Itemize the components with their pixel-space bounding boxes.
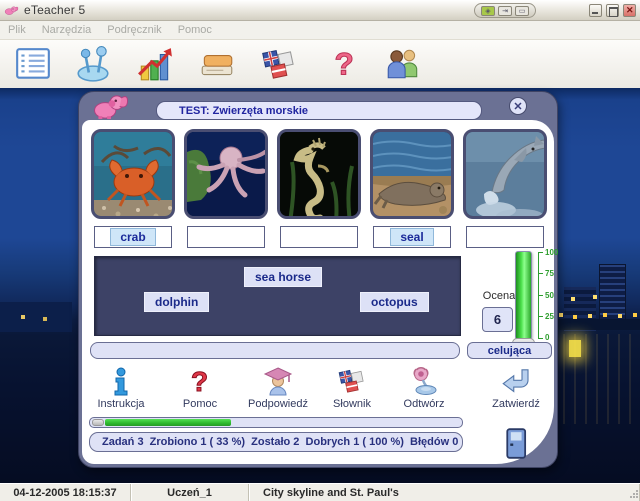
card-dolphin-photo[interactable] bbox=[463, 129, 547, 219]
podpowiedz-button[interactable]: Podpowiedź bbox=[245, 362, 311, 410]
test-dialog: TEST: Zwierzęta morskie ✕ bbox=[78, 91, 558, 468]
button-label: Odtwórz bbox=[404, 398, 445, 410]
books-icon[interactable] bbox=[198, 45, 236, 83]
users-icon[interactable] bbox=[384, 45, 422, 83]
odtworz-button[interactable]: Odtwórz bbox=[391, 362, 457, 410]
exit-door-icon[interactable] bbox=[506, 428, 530, 459]
answer-box-5[interactable] bbox=[466, 226, 544, 248]
answer-chip[interactable]: crab bbox=[110, 228, 155, 246]
app-logo-elephant-icon bbox=[4, 3, 19, 18]
word-chip-octopus[interactable]: octopus bbox=[360, 292, 429, 312]
info-icon bbox=[106, 366, 136, 396]
scale-tick-label: 0 bbox=[545, 333, 549, 342]
slownik-button[interactable]: Słownik bbox=[319, 362, 385, 410]
test-progress-bar bbox=[89, 417, 463, 428]
minimize-button[interactable] bbox=[589, 4, 602, 17]
card-octopus-photo[interactable] bbox=[184, 129, 268, 219]
question-mark-icon: ? bbox=[185, 366, 215, 396]
button-label: Zatwierdź bbox=[492, 398, 540, 410]
instrukcja-button[interactable]: Instrukcja bbox=[88, 362, 154, 410]
button-label: Podpowiedź bbox=[248, 398, 308, 410]
game-controller-icon[interactable] bbox=[74, 45, 112, 83]
city-lights bbox=[0, 88, 2, 90]
scale-tick-label: 25 bbox=[545, 312, 554, 321]
close-button[interactable] bbox=[623, 4, 636, 17]
title-bar: eTeacher 5 bbox=[0, 0, 640, 21]
word-chip-dolphin[interactable]: dolphin bbox=[144, 292, 209, 312]
card-sea-horse-photo[interactable] bbox=[277, 129, 361, 219]
grade-descriptor: celująca bbox=[467, 342, 552, 359]
button-label: Instrukcja bbox=[97, 398, 144, 410]
move-to-desktop-icon[interactable]: ⇥ bbox=[498, 6, 512, 16]
restore-window-icon[interactable]: ▭ bbox=[515, 6, 529, 16]
nvidia-nview-icon[interactable]: ◈ bbox=[481, 6, 495, 16]
scale-tick-label: 50 bbox=[545, 291, 554, 300]
window-title: eTeacher 5 bbox=[24, 3, 85, 17]
status-wallpaper-name: City skyline and St. Paul's bbox=[249, 484, 640, 501]
toolbar: ? bbox=[0, 40, 640, 88]
answer-box-4[interactable]: seal bbox=[373, 226, 451, 248]
card-crab-photo[interactable] bbox=[91, 129, 175, 219]
progress-thumb[interactable] bbox=[92, 419, 104, 426]
dictionary-puzzle-icon bbox=[337, 366, 367, 396]
resize-grip[interactable] bbox=[630, 490, 639, 499]
answer-box-1[interactable]: crab bbox=[94, 226, 172, 248]
answer-box-3[interactable] bbox=[280, 226, 358, 248]
pomoc-button[interactable]: ? Pomoc bbox=[167, 362, 233, 410]
svg-text:?: ? bbox=[191, 366, 208, 396]
menu-plik[interactable]: Plik bbox=[8, 24, 26, 36]
progress-fill bbox=[105, 419, 231, 426]
building-silhouette bbox=[0, 302, 72, 332]
maximize-button[interactable] bbox=[606, 4, 619, 17]
scale-tick-label: 75 bbox=[545, 269, 554, 278]
stats-bar: Zadań 3 Zrobiono 1 ( 33 %) Zostało 2 Dob… bbox=[89, 432, 463, 452]
dictionary-puzzle-icon[interactable] bbox=[260, 45, 298, 83]
zatwierdz-button[interactable]: Zatwierdź bbox=[483, 362, 549, 410]
message-bar bbox=[90, 342, 460, 359]
statistics-chart-icon[interactable] bbox=[136, 45, 174, 83]
button-label: Pomoc bbox=[183, 398, 217, 410]
lesson-list-icon[interactable] bbox=[14, 45, 52, 83]
answer-box-2[interactable] bbox=[187, 226, 265, 248]
word-bank: sea horse dolphin octopus bbox=[94, 256, 461, 336]
graduate-icon bbox=[263, 366, 293, 396]
menu-narzedzia[interactable]: Narzędzia bbox=[42, 24, 92, 36]
svg-text:?: ? bbox=[335, 46, 354, 82]
lamp-reflection bbox=[569, 340, 581, 357]
scale-tick-label: 100 bbox=[545, 248, 558, 257]
help-question-icon[interactable]: ? bbox=[324, 45, 362, 83]
dialog-title: TEST: Zwierzęta morskie bbox=[156, 101, 482, 120]
elephant-mascot-icon bbox=[89, 93, 131, 120]
card-seal-photo[interactable] bbox=[370, 129, 454, 219]
menu-bar: Plik Narzędzia Podręcznik Pomoc bbox=[0, 21, 640, 40]
grade-gauge-bar bbox=[515, 251, 532, 340]
status-datetime: 04-12-2005 18:15:37 bbox=[0, 484, 131, 501]
status-bar: 04-12-2005 18:15:37 Uczeń_1 City skyline… bbox=[0, 483, 640, 501]
word-chip-sea-horse[interactable]: sea horse bbox=[244, 267, 322, 287]
answer-chip[interactable]: seal bbox=[390, 228, 433, 246]
menu-podrecznik[interactable]: Podręcznik bbox=[107, 24, 161, 36]
return-arrow-icon bbox=[501, 366, 531, 396]
grade-scale: 100 75 50 25 0 bbox=[538, 252, 566, 339]
dialog-close-icon[interactable]: ✕ bbox=[509, 97, 527, 115]
status-user: Uczeń_1 bbox=[131, 484, 249, 501]
menu-pomoc[interactable]: Pomoc bbox=[178, 24, 212, 36]
water-reflections bbox=[552, 334, 636, 424]
nview-toolbar: ◈ ⇥ ▭ bbox=[474, 3, 536, 18]
gramophone-icon bbox=[409, 366, 439, 396]
grade-value: 6 bbox=[482, 307, 513, 332]
button-label: Słownik bbox=[333, 398, 371, 410]
